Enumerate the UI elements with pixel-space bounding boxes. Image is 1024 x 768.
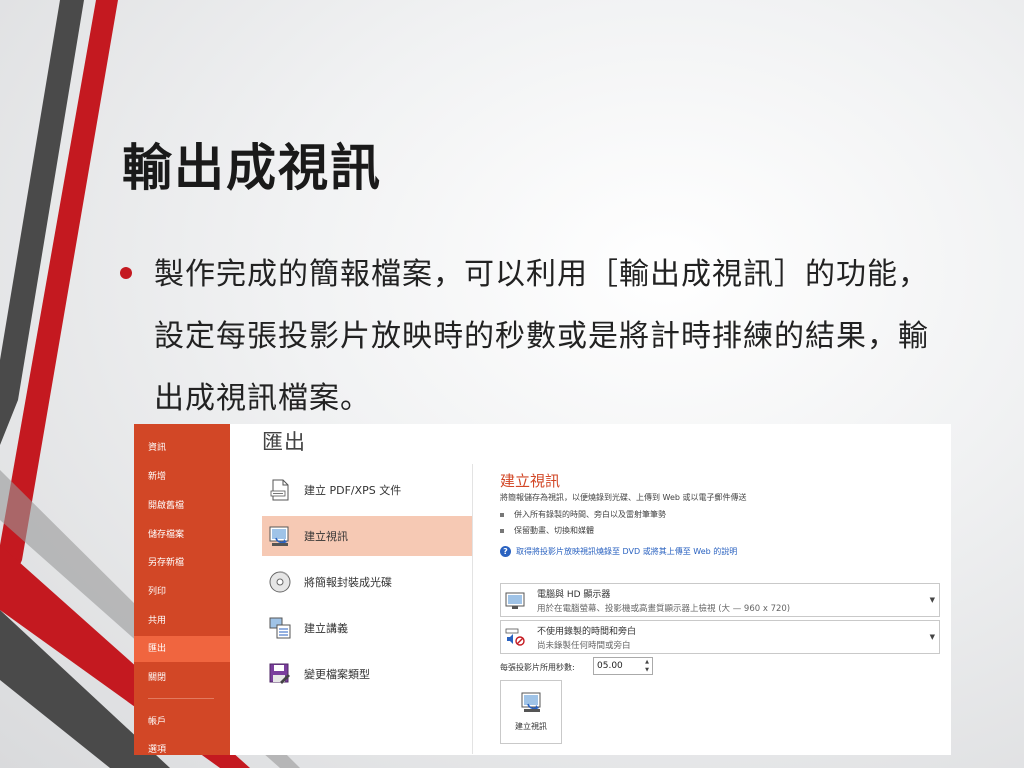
chevron-down-icon: ▼ [929, 596, 935, 604]
nav-new[interactable]: 新增 [134, 464, 230, 490]
bullet-text: 製作完成的簡報檔案，可以利用［輸出成視訊］的功能，設定每張投影片放映時的秒數或是… [154, 257, 929, 416]
quality-sub: 用於在電腦螢幕、投影機或高畫質顯示器上檢視 (大 — 960 x 720) [537, 604, 791, 614]
nav-save-as[interactable]: 另存新檔 [134, 550, 230, 576]
nav-close[interactable]: 關閉 [134, 665, 230, 691]
nav-print[interactable]: 列印 [134, 579, 230, 605]
option-change-file-type[interactable]: 變更檔案類型 [262, 654, 472, 694]
monitor-icon [505, 592, 525, 609]
no-narration-icon [505, 628, 525, 646]
quality-dropdown[interactable]: 電腦與 HD 顯示器 用於在電腦螢幕、投影機或高畫質顯示器上檢視 (大 — 96… [500, 583, 940, 617]
sidebar-divider [148, 698, 214, 699]
bullet-paragraph: 製作完成的簡報檔案，可以利用［輸出成視訊］的功能，設定每張投影片放映時的秒數或是… [120, 244, 940, 430]
export-page-title: 匯出 [262, 430, 306, 454]
nav-info[interactable]: 資訊 [134, 435, 230, 461]
backstage-sidebar: 資訊 新增 開啟舊檔 儲存檔案 另存新檔 列印 共用 匯出 關閉 帳戶 選項 [134, 424, 230, 755]
nav-save[interactable]: 儲存檔案 [134, 522, 230, 548]
panel-divider [472, 464, 473, 754]
handout-icon [269, 617, 291, 639]
quality-main: 電腦與 HD 顯示器 [537, 590, 611, 600]
save-as-type-icon [269, 663, 290, 684]
timing-sub: 尚未錄製任何時間或旁白 [537, 641, 631, 651]
detail-description: 將簡報儲存為視訊，以便燒錄到光碟、上傳到 Web 或以電子郵件傳送 [500, 493, 747, 502]
square-bullet-icon [500, 528, 504, 533]
detail-bullet: 保留動畫、切換和媒體 [500, 525, 594, 536]
cd-icon [269, 571, 291, 593]
pdf-document-icon [270, 479, 289, 501]
help-link[interactable]: ? 取得將投影片放映視訊燒錄至 DVD 或將其上傳至 Web 的說明 [500, 546, 737, 557]
timing-main: 不使用錄製的時間和旁白 [537, 627, 637, 637]
option-create-handouts[interactable]: 建立講義 [262, 608, 472, 648]
square-bullet-icon [500, 512, 504, 517]
stepper-up-icon[interactable]: ▲ [645, 659, 649, 665]
option-label: 將簡報封裝成光碟 [304, 576, 392, 589]
option-create-video[interactable]: 建立視訊 [262, 516, 472, 556]
option-label: 變更檔案類型 [304, 668, 370, 681]
option-label: 建立視訊 [304, 530, 348, 543]
powerpoint-backstage-screenshot: 資訊 新增 開啟舊檔 儲存檔案 另存新檔 列印 共用 匯出 關閉 帳戶 選項 匯… [134, 424, 951, 755]
option-label: 建立講義 [304, 622, 348, 635]
seconds-stepper[interactable]: 05.00 ▲ ▼ [593, 657, 653, 675]
create-video-button[interactable]: 建立視訊 [500, 680, 562, 744]
stepper-down-icon[interactable]: ▼ [645, 667, 649, 673]
nav-open[interactable]: 開啟舊檔 [134, 493, 230, 519]
help-icon: ? [500, 546, 511, 557]
option-create-pdf[interactable]: 建立 PDF/XPS 文件 [262, 470, 472, 510]
nav-account[interactable]: 帳戶 [134, 709, 230, 735]
nav-options[interactable]: 選項 [134, 737, 230, 755]
detail-bullet: 併入所有錄製的時間、旁白以及雷射筆筆勢 [500, 509, 666, 520]
detail-title: 建立視訊 [500, 472, 561, 490]
nav-share[interactable]: 共用 [134, 608, 230, 634]
seconds-label: 每張投影片所用秒數: [500, 663, 575, 672]
option-package-cd[interactable]: 將簡報封裝成光碟 [262, 562, 472, 602]
video-icon [521, 692, 541, 712]
bullet-dot-icon [120, 267, 132, 279]
slide-title: 輸出成視訊 [122, 139, 382, 197]
timing-dropdown[interactable]: 不使用錄製的時間和旁白 尚未錄製任何時間或旁白 ▼ [500, 620, 940, 654]
option-label: 建立 PDF/XPS 文件 [304, 484, 402, 497]
seconds-value: 05.00 [597, 661, 623, 671]
video-icon [269, 526, 289, 546]
chevron-down-icon: ▼ [929, 633, 935, 641]
create-video-label: 建立視訊 [515, 722, 547, 731]
nav-export[interactable]: 匯出 [134, 636, 230, 662]
